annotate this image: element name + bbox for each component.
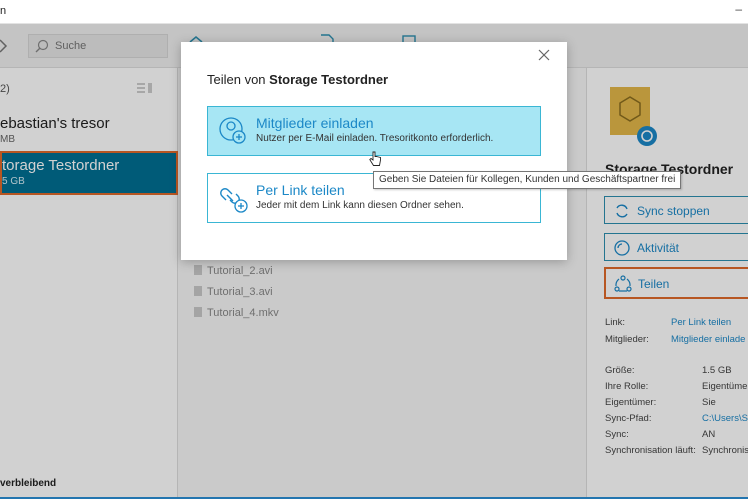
invite-members-option[interactable]: Mitglieder einladen Nutzer per E-Mail ei…	[207, 106, 541, 156]
option-description: Jeder mit dem Link kann diesen Ordner se…	[256, 200, 464, 211]
option-description: Nutzer per E-Mail einladen. Tresoritkont…	[256, 133, 494, 144]
dialog-title: Teilen von Storage Testordner	[207, 72, 389, 87]
title-bar: n –	[0, 0, 748, 24]
window-title: n	[0, 5, 7, 17]
tooltip: Geben Sie Dateien für Kollegen, Kunden u…	[373, 171, 682, 189]
dialog-folder-name: Storage Testordner	[269, 72, 389, 87]
minimize-button[interactable]: –	[735, 2, 742, 16]
link-icon	[220, 188, 248, 213]
option-title: Per Link teilen	[256, 182, 345, 198]
close-icon[interactable]	[537, 48, 551, 62]
tooltip-text: Geben Sie Dateien für Kollegen, Kunden u…	[379, 174, 676, 185]
invite-member-icon	[219, 117, 246, 144]
option-title: Mitglieder einladen	[256, 115, 374, 131]
hand-cursor-icon	[369, 151, 381, 166]
